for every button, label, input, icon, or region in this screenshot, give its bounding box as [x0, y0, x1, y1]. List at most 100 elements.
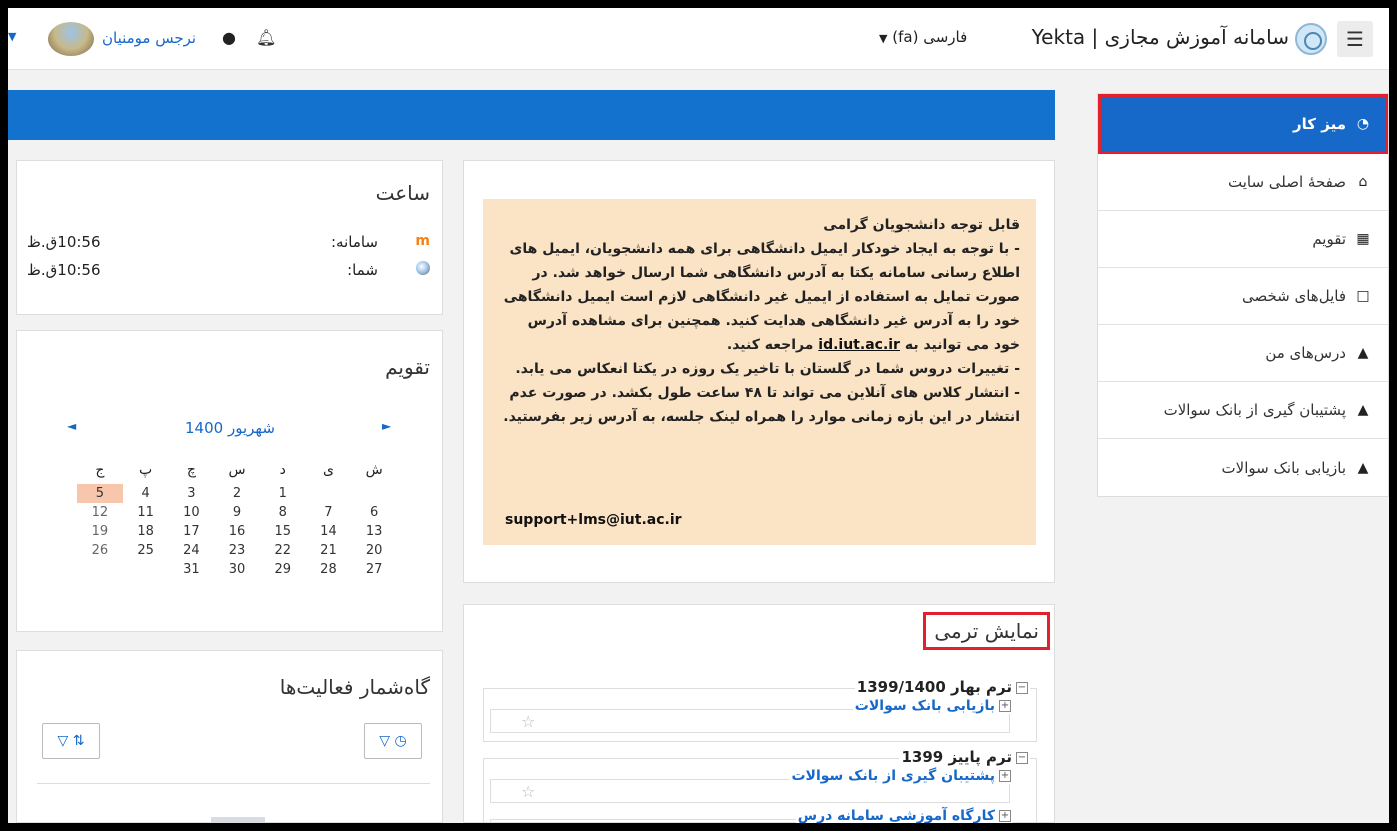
course-link[interactable]: + بازیابی بانک سوالات	[852, 698, 1013, 714]
calendar-day[interactable]: 4	[123, 484, 169, 503]
calendar-week-row: 12345	[77, 484, 397, 503]
calendar-day[interactable]: 21	[306, 541, 352, 560]
calendar-day[interactable]: 27	[351, 560, 397, 579]
calendar-month-link[interactable]: شهریور 1400	[185, 419, 275, 437]
sidebar-item-home[interactable]: ⌂ صفحهٔ اصلی سایت	[1098, 154, 1388, 211]
notice-heading: قابل توجه دانشجویان گرامی	[823, 217, 1020, 233]
timeline-sort-button[interactable]: ▽ ⇅	[42, 723, 100, 759]
calendar-day[interactable]: 31	[168, 560, 214, 579]
calendar-day[interactable]: 11	[123, 503, 169, 522]
notice-paragraph: - با توجه به ایجاد خودکار ایمیل دانشگاهی…	[499, 237, 1020, 357]
sidebar-item-label: بازیابی بانک سوالات	[1221, 458, 1346, 477]
expand-icon[interactable]: +	[999, 810, 1011, 822]
sidebar-item-calendar[interactable]: ▦ تقویم	[1098, 211, 1388, 268]
calendar-day[interactable]: 13	[351, 522, 397, 541]
browser-viewport: ☰ سامانه آموزش مجازی | Yekta فارسی (fa) …	[8, 8, 1389, 823]
hamburger-menu-button[interactable]: ☰	[1337, 21, 1373, 57]
term-display-card: نمایش ترمی −ترم بهار 1399/1400 +بازیابی …	[463, 604, 1055, 823]
calendar-day[interactable]: 29	[260, 560, 306, 579]
calendar-day[interactable]: 18	[123, 522, 169, 541]
timeline-card: گاه‌شمار فعالیت‌ها ▽ ◷ ▽ ⇅	[16, 650, 443, 823]
sidebar-item-label: میز کار	[1293, 114, 1346, 133]
avatar[interactable]	[48, 22, 94, 56]
calendar-day[interactable]: 28	[306, 560, 352, 579]
calendar-day[interactable]: 20	[351, 541, 397, 560]
calendar-weekday: س	[228, 462, 246, 478]
site-logo[interactable]	[1295, 23, 1327, 55]
calendar-weekday: ج	[95, 462, 105, 478]
divider	[37, 783, 430, 784]
timeline-filter-button[interactable]: ▽ ◷	[364, 723, 422, 759]
sidebar-item-question-bank-restore[interactable]: ▲ بازیابی بانک سوالات	[1098, 439, 1388, 496]
course-link[interactable]: + کارگاه آموزشی سامانه درس	[795, 808, 1013, 823]
clock-title: ساعت	[375, 181, 430, 205]
sidebar-item-label: صفحهٔ اصلی سایت	[1227, 173, 1346, 191]
calendar-weekday: چ	[186, 462, 196, 478]
course-row: + کارگاه آموزشی سامانه درس	[490, 808, 1013, 823]
previous-month-arrow-icon[interactable]: ◄	[67, 419, 76, 433]
calendar-day[interactable]: 14	[306, 522, 352, 541]
next-month-arrow-icon[interactable]: ►	[382, 419, 391, 433]
calendar-day[interactable]: 25	[123, 541, 169, 560]
calendar-day[interactable]: 7	[306, 503, 352, 522]
calendar-days: 1 2 3 4 5 6 7 8 9 10 11 12 13 14 15 16 17 18 19 20 21 22 23 24 2…	[77, 484, 397, 579]
id-iut-link[interactable]: id.iut.ac.ir	[818, 337, 900, 353]
term-group-header[interactable]: −ترم پاییز 1399	[899, 748, 1030, 766]
expand-icon[interactable]: +	[999, 700, 1011, 712]
language-selector[interactable]: فارسی (fa) ▼	[873, 28, 967, 46]
collapse-icon[interactable]: −	[1016, 751, 1028, 764]
calendar-day[interactable]: 26	[77, 541, 123, 560]
calendar-day[interactable]: 12	[77, 503, 123, 522]
calendar-day[interactable]: 19	[77, 522, 123, 541]
home-icon: ⌂	[1358, 174, 1368, 190]
calendar-day[interactable]: 5	[77, 484, 123, 503]
sidebar-item-my-courses[interactable]: ▲ درس‌های من	[1098, 325, 1388, 382]
expand-icon[interactable]: +	[999, 770, 1011, 782]
site-name-link[interactable]: سامانه آموزش مجازی | Yekta	[1032, 25, 1289, 49]
term-group-header[interactable]: −ترم بهار 1399/1400	[854, 678, 1030, 696]
course-name: کارگاه آموزشی سامانه درس	[797, 808, 995, 823]
sidebar-item-private-files[interactable]: □ فایل‌های شخصی	[1098, 268, 1388, 325]
calendar-title: تقویم	[385, 355, 430, 379]
calendar-day[interactable]: 6	[351, 503, 397, 522]
notice-paragraph: - تغییرات دروس شما در گلستان با تاخیر یک…	[515, 361, 1020, 377]
calendar-day[interactable]: 17	[168, 522, 214, 541]
notice-card: قابل توجه دانشجویان گرامی - با توجه به ا…	[463, 160, 1055, 583]
sidebar-nav: ◔ میز کار ⌂ صفحهٔ اصلی سایت ▦ تقویم □ فا…	[1097, 93, 1389, 497]
bell-icon[interactable]: 🔔︎	[256, 28, 276, 47]
collapse-icon[interactable]: −	[1016, 681, 1028, 694]
sidebar-item-dashboard[interactable]: ◔ میز کار	[1098, 94, 1388, 154]
calendar-day[interactable]: 2	[214, 484, 260, 503]
calendar-day[interactable]: 10	[168, 503, 214, 522]
sidebar-item-question-bank-backup[interactable]: ▲ پشتیبان گیری از بانک سوالات	[1098, 382, 1388, 439]
star-icon[interactable]: ☆	[521, 782, 535, 801]
term-name: ترم پاییز 1399	[901, 748, 1012, 766]
star-icon[interactable]: ☆	[521, 712, 535, 731]
calendar-day[interactable]: 23	[214, 541, 260, 560]
graduation-cap-icon: ▲	[1357, 402, 1369, 418]
calendar-day[interactable]: 9	[214, 503, 260, 522]
chevron-down-icon[interactable]: ▼	[8, 30, 16, 43]
graduation-cap-icon: ▲	[1357, 459, 1369, 476]
course-row: + پشتیبان گیری از بانک سوالات ☆	[490, 768, 1013, 803]
chat-bubble-icon[interactable]: ●	[222, 28, 236, 47]
calendar-day[interactable]: 8	[260, 503, 306, 522]
graduation-cap-icon: ▲	[1357, 345, 1369, 361]
clock-time: 10:56ق.ظ	[27, 233, 101, 251]
calendar-day[interactable]: 16	[214, 522, 260, 541]
calendar-day[interactable]: 30	[214, 560, 260, 579]
calendar-grid: شیدسچپج 1 2 3 4 5 6 7 8 9 10 11 12 13 14 15 16 17 18 19 20 2…	[77, 456, 397, 579]
calendar-day[interactable]: 1	[260, 484, 306, 503]
term-group: −ترم بهار 1399/1400 + بازیابی بانک سوالات…	[483, 678, 1037, 742]
calendar-day[interactable]: 15	[260, 522, 306, 541]
calendar-day[interactable]: 3	[168, 484, 214, 503]
calendar-day[interactable]: 24	[168, 541, 214, 560]
clock-label: سامانه:	[330, 233, 378, 251]
calendar-day[interactable]: 22	[260, 541, 306, 560]
clock-card: ساعت m سامانه: 10:56ق.ظ شما: 10:56ق.ظ	[16, 160, 443, 315]
top-navbar: ☰ سامانه آموزش مجازی | Yekta فارسی (fa) …	[8, 8, 1389, 70]
user-menu-name[interactable]: نرجس مومنیان	[102, 29, 196, 47]
calendar-weekday-row: شیدسچپج	[77, 456, 397, 484]
course-link[interactable]: + پشتیبان گیری از بانک سوالات	[789, 768, 1013, 784]
page-header-bar	[8, 90, 1055, 140]
